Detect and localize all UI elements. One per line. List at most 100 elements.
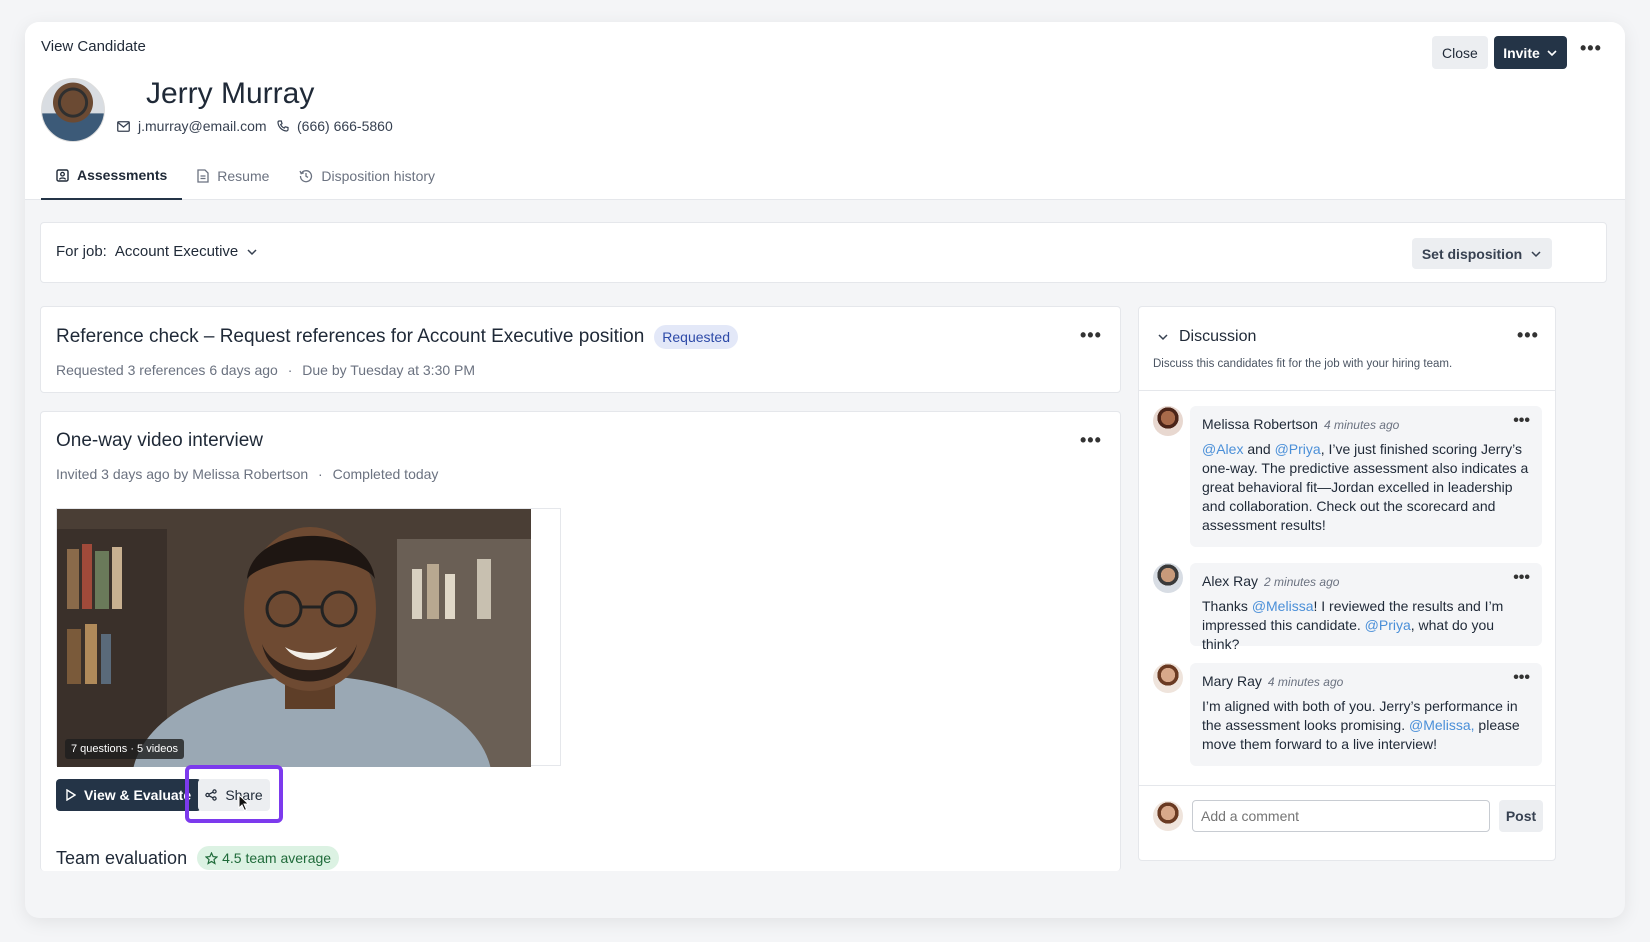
separator: · bbox=[318, 466, 323, 482]
tab-disposition-history-label: Disposition history bbox=[321, 168, 436, 184]
reference-check-card: Reference check – Request references for… bbox=[40, 306, 1121, 393]
candidate-email: j.murray@email.com bbox=[117, 118, 267, 134]
status-badge: Requested bbox=[654, 325, 738, 349]
comment-author: Mary Ray bbox=[1202, 673, 1262, 689]
discussion-toggle[interactable]: Discussion bbox=[1157, 328, 1256, 346]
share-icon bbox=[205, 789, 218, 801]
team-average-text: 4.5 team average bbox=[222, 850, 332, 866]
team-evaluation-title: Team evaluation bbox=[56, 847, 188, 868]
comment-text: @Alex and @Priya, I’ve just finished sco… bbox=[1202, 440, 1530, 535]
comment-header: Melissa Robertson 4 minutes ago bbox=[1202, 416, 1530, 434]
chevron-down-icon bbox=[1531, 250, 1541, 257]
more-options-icon[interactable]: ••• bbox=[1513, 669, 1530, 687]
comment-text-segment: Thanks bbox=[1202, 598, 1252, 614]
job-prefix: For job: bbox=[56, 243, 107, 260]
invite-button[interactable]: Invite bbox=[1494, 36, 1567, 69]
video-interview-meta: Invited 3 days ago by Melissa Robertson … bbox=[56, 466, 438, 482]
reference-check-meta: Requested 3 references 6 days ago · Due … bbox=[56, 362, 475, 378]
job-selector[interactable]: For job: Account Executive bbox=[56, 243, 258, 260]
chevron-down-icon bbox=[1547, 49, 1557, 56]
discussion-subtitle: Discuss this candidates fit for the job … bbox=[1153, 358, 1453, 370]
comment-text: I’m aligned with both of you. Jerry’s pe… bbox=[1202, 697, 1530, 754]
comment-item: Mary Ray 4 minutes ago I’m aligned with b… bbox=[1190, 663, 1542, 766]
requested-text: Requested 3 references 6 days ago bbox=[56, 362, 278, 378]
phone-text: (666) 666-5860 bbox=[297, 118, 393, 134]
set-disposition-label: Set disposition bbox=[1421, 245, 1523, 262]
mail-icon bbox=[117, 120, 130, 132]
avatar bbox=[1153, 563, 1183, 593]
due-text: Due by Tuesday at 3:30 PM bbox=[302, 362, 476, 378]
comment-input[interactable] bbox=[1192, 800, 1490, 832]
discussion-header: Discussion ••• Discuss this candidates f… bbox=[1139, 307, 1555, 391]
mouse-cursor-icon bbox=[238, 794, 250, 812]
star-icon bbox=[205, 851, 219, 865]
avatar bbox=[1153, 663, 1183, 693]
page-title: View Candidate bbox=[41, 38, 146, 55]
comment-header: Mary Ray 4 minutes ago bbox=[1202, 673, 1530, 691]
comment-header: Alex Ray 2 minutes ago bbox=[1202, 573, 1530, 591]
comment-item: Melissa Robertson 4 minutes ago @Alex and… bbox=[1190, 406, 1542, 547]
share-button[interactable]: Share bbox=[198, 779, 270, 811]
tab-assessments-label: Assessments bbox=[77, 167, 168, 183]
candidate-phone: (666) 666-5860 bbox=[277, 118, 393, 134]
video-interview-title: One-way video interview bbox=[56, 430, 263, 451]
comment-time: 4 minutes ago bbox=[1323, 418, 1400, 432]
more-options-icon[interactable]: ••• bbox=[1080, 325, 1102, 346]
comment-time: 4 minutes ago bbox=[1267, 675, 1344, 689]
divider bbox=[1139, 785, 1555, 786]
discussion-title: Discussion bbox=[1179, 328, 1257, 345]
team-average-badge: 4.5 team average bbox=[197, 846, 340, 870]
candidate-header: View Candidate Close Invite ••• Jerry Mu… bbox=[25, 22, 1625, 200]
candidate-tabs: Assessments Resume Disposition history bbox=[41, 152, 450, 200]
tab-disposition-history[interactable]: Disposition history bbox=[284, 152, 450, 200]
history-icon bbox=[299, 170, 313, 183]
chevron-down-icon bbox=[1158, 334, 1168, 341]
candidate-name: Jerry Murray bbox=[146, 77, 315, 110]
set-disposition-button[interactable]: Set disposition bbox=[1412, 238, 1552, 269]
candidate-avatar bbox=[41, 78, 105, 142]
team-evaluation: Team evaluation 4.5 team average bbox=[56, 846, 340, 870]
assessment-icon bbox=[56, 168, 69, 182]
play-icon bbox=[66, 789, 76, 801]
more-options-icon[interactable]: ••• bbox=[1080, 430, 1102, 451]
document-icon bbox=[197, 169, 209, 183]
video-player[interactable]: 7 questions · 5 videos bbox=[56, 508, 561, 767]
more-options-icon[interactable]: ••• bbox=[1513, 412, 1530, 430]
more-options-icon[interactable]: ••• bbox=[1580, 38, 1602, 59]
more-options-icon[interactable]: ••• bbox=[1517, 325, 1539, 346]
comment-author: Melissa Robertson bbox=[1202, 416, 1318, 432]
avatar bbox=[1153, 801, 1183, 831]
avatar bbox=[1153, 406, 1183, 436]
view-evaluate-button[interactable]: View & Evaluate bbox=[56, 779, 202, 811]
invited-text: Invited 3 days ago by Melissa Robertson bbox=[56, 466, 309, 482]
post-button[interactable]: Post bbox=[1499, 800, 1543, 832]
video-thumbnail: 7 questions · 5 videos bbox=[57, 509, 531, 767]
comment-item: Alex Ray 2 minutes ago Thanks @Melissa! I… bbox=[1190, 563, 1542, 652]
video-interview-card: One-way video interview ••• Invited 3 da… bbox=[40, 411, 1121, 871]
comment-text-segment: and bbox=[1243, 441, 1275, 457]
view-evaluate-label: View & Evaluate bbox=[84, 787, 192, 803]
tab-assessments[interactable]: Assessments bbox=[41, 152, 183, 200]
comment-author: Alex Ray bbox=[1202, 573, 1259, 589]
mention-link[interactable]: @Alex bbox=[1202, 441, 1243, 457]
close-button[interactable]: Close bbox=[1432, 36, 1488, 69]
mention-link[interactable]: @Melissa bbox=[1252, 598, 1314, 614]
view-candidate-window: View Candidate Close Invite ••• Jerry Mu… bbox=[25, 22, 1625, 918]
completed-text: Completed today bbox=[332, 466, 439, 482]
tab-resume[interactable]: Resume bbox=[182, 152, 284, 200]
video-frame-illustration bbox=[57, 509, 531, 767]
chevron-down-icon bbox=[247, 248, 257, 255]
invite-label: Invite bbox=[1503, 44, 1540, 61]
mention-link[interactable]: @Priya bbox=[1365, 617, 1411, 633]
phone-icon bbox=[277, 120, 289, 132]
mention-link[interactable]: @Priya bbox=[1275, 441, 1321, 457]
comment-text: Thanks @Melissa! I reviewed the results … bbox=[1202, 597, 1530, 654]
video-count-tag: 7 questions · 5 videos bbox=[65, 739, 185, 759]
reference-check-title: Reference check – Request references for… bbox=[56, 326, 645, 347]
discussion-panel: Discussion ••• Discuss this candidates f… bbox=[1138, 306, 1556, 861]
mention-link[interactable]: @Melissa, bbox=[1409, 717, 1475, 733]
more-options-icon[interactable]: ••• bbox=[1513, 569, 1530, 587]
job-bar: For job: Account Executive Set dispositi… bbox=[40, 222, 1607, 283]
tab-resume-label: Resume bbox=[217, 168, 270, 184]
comment-time: 2 minutes ago bbox=[1264, 575, 1340, 589]
